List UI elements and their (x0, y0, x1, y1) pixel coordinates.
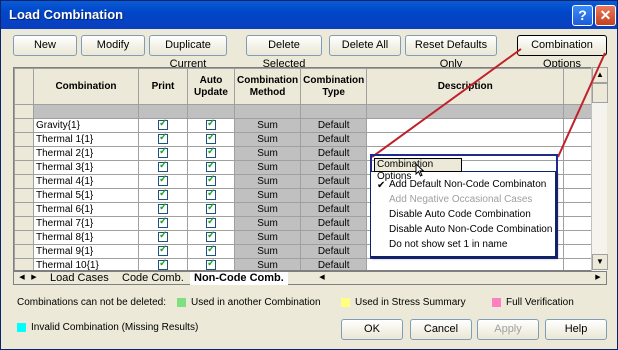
menu-item-hide-set1[interactable]: Do not show set 1 in name (389, 239, 507, 250)
combination-options-menu: ✔ Add Default Non-Code Combinaton Add Ne… (370, 171, 556, 257)
menu-item-disable-auto-noncode[interactable]: Disable Auto Non-Code Combination (389, 224, 552, 235)
load-combination-dialog: Load Combination ? ✕ New Modify Duplicat… (0, 0, 618, 350)
menu-item-add-default[interactable]: Add Default Non-Code Combinaton (389, 179, 546, 190)
callout-line-right (557, 52, 606, 158)
mouse-cursor-icon (415, 163, 425, 177)
menu-item-disable-auto-code[interactable]: Disable Auto Code Combination (389, 209, 531, 220)
callout-line-left (371, 48, 522, 158)
menu-item-add-negative[interactable]: Add Negative Occasional Cases (389, 194, 532, 205)
